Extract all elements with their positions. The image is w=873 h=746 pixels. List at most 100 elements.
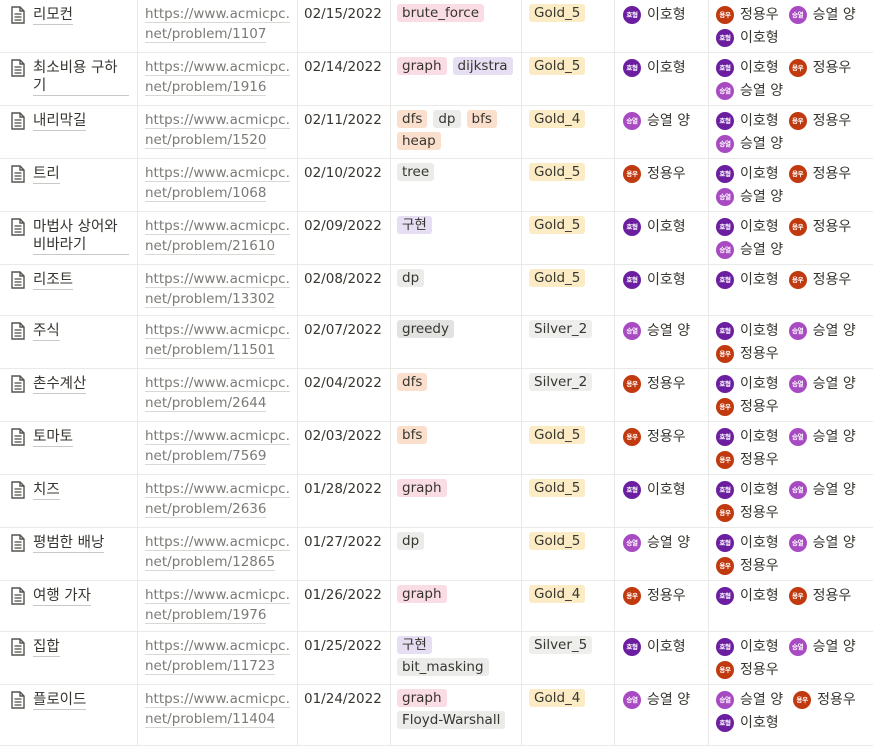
avatar: 호형 — [623, 218, 641, 236]
tags-cell: dfs dp bfs heap — [391, 106, 522, 158]
title-wrap: 내리막길 — [10, 112, 129, 131]
person-name: 승열 양 — [812, 535, 856, 551]
problem-title[interactable]: 최소비용 구하기 — [33, 59, 129, 96]
solved-date: 01/26/2022 — [304, 587, 382, 603]
title-cell[interactable]: 플로이드 — [0, 685, 138, 745]
problem-title[interactable]: 주식 — [33, 322, 60, 341]
tier-badge: Gold_5 — [529, 479, 586, 497]
problem-link[interactable]: https://www.acmicpc.net/problem/11501 — [145, 320, 291, 360]
problem-link-text[interactable]: https://www.acmicpc.net/problem/7569 — [145, 428, 290, 465]
problem-link-text[interactable]: https://www.acmicpc.net/problem/1976 — [145, 587, 290, 624]
person-name: 정용우 — [812, 219, 852, 235]
problem-title[interactable]: 플로이드 — [33, 691, 87, 710]
tags-cell: graph dijkstra — [391, 53, 522, 105]
title-cell[interactable]: 마법사 상어와 비바라기 — [0, 212, 138, 264]
person-tag: 용우 정용우 — [623, 374, 686, 394]
problem-link[interactable]: https://www.acmicpc.net/problem/7569 — [145, 426, 291, 466]
problem-link[interactable]: https://www.acmicpc.net/problem/2636 — [145, 479, 291, 519]
title-cell[interactable]: 촌수계산 — [0, 369, 138, 421]
problem-link-text[interactable]: https://www.acmicpc.net/problem/1107 — [145, 6, 290, 43]
problem-link[interactable]: https://www.acmicpc.net/problem/12865 — [145, 532, 291, 572]
title-cell[interactable]: 리모컨 — [0, 0, 138, 52]
algorithm-tag: graph — [397, 689, 447, 707]
title-cell[interactable]: 주식 — [0, 316, 138, 368]
problem-title[interactable]: 리모컨 — [33, 6, 74, 25]
problem-link[interactable]: https://www.acmicpc.net/problem/13302 — [145, 269, 291, 309]
participant-list: 호형 이호형 승열 승열 양 용우 정용우 — [716, 374, 871, 417]
title-cell[interactable]: 토마토 — [0, 422, 138, 474]
person-name: 이호형 — [647, 60, 686, 76]
person-name: 정용우 — [740, 452, 779, 468]
title-cell[interactable]: 여행 가자 — [0, 581, 138, 631]
avatar: 승열 — [788, 322, 807, 340]
person-tag: 용우 정용우 — [788, 586, 851, 606]
solver-cell: 용우 정용우 — [615, 422, 709, 474]
participants-cell: 호형 이호형 승열 승열 양 용우 정용우 — [709, 316, 873, 368]
table-row: 최소비용 구하기 https://www.acmicpc.net/problem/… — [0, 53, 873, 106]
table-row: 트리 https://www.acmicpc.net/problem/1068 02… — [0, 159, 873, 212]
problem-title[interactable]: 촌수계산 — [33, 375, 87, 394]
person-name: 이호형 — [740, 323, 779, 339]
problem-link-text[interactable]: https://www.acmicpc.net/problem/21610 — [145, 218, 290, 255]
title-cell[interactable]: 리조트 — [0, 265, 138, 315]
tier-cell: Silver_2 — [522, 316, 615, 368]
person-tag: 호형 이호형 — [716, 111, 779, 131]
person-name: 정용우 — [647, 166, 686, 182]
solved-date: 02/15/2022 — [304, 6, 382, 22]
title-cell[interactable]: 최소비용 구하기 — [0, 53, 138, 105]
problem-title[interactable]: 리조트 — [33, 271, 74, 290]
problem-link[interactable]: https://www.acmicpc.net/problem/1916 — [145, 57, 291, 97]
problem-link-text[interactable]: https://www.acmicpc.net/problem/13302 — [145, 271, 290, 308]
avatar: 호형 — [716, 165, 734, 183]
problem-link-text[interactable]: https://www.acmicpc.net/problem/11723 — [145, 638, 290, 675]
person-tag: 호형 이호형 — [623, 637, 686, 657]
table-row: 여행 가자 https://www.acmicpc.net/problem/197… — [0, 581, 873, 632]
problem-title[interactable]: 마법사 상어와 비바라기 — [33, 218, 129, 255]
problem-link[interactable]: https://www.acmicpc.net/problem/1520 — [145, 110, 291, 150]
problem-link-text[interactable]: https://www.acmicpc.net/problem/11404 — [145, 691, 290, 728]
tags-cell: 구현 bit_masking — [391, 632, 522, 684]
title-cell[interactable]: 트리 — [0, 159, 138, 211]
problem-link-text[interactable]: https://www.acmicpc.net/problem/1916 — [145, 59, 290, 96]
person-name: 이호형 — [740, 429, 779, 445]
problem-link[interactable]: https://www.acmicpc.net/problem/1976 — [145, 585, 291, 625]
solved-date: 02/10/2022 — [304, 165, 382, 181]
problem-link-text[interactable]: https://www.acmicpc.net/problem/12865 — [145, 534, 290, 571]
problem-title[interactable]: 평범한 배낭 — [33, 534, 105, 553]
problem-link[interactable]: https://www.acmicpc.net/problem/21610 — [145, 216, 291, 256]
page-icon — [10, 587, 27, 605]
title-cell[interactable]: 평범한 배낭 — [0, 528, 138, 580]
problem-title[interactable]: 여행 가자 — [33, 587, 91, 606]
problem-link[interactable]: https://www.acmicpc.net/problem/1068 — [145, 163, 291, 203]
problem-link[interactable]: https://www.acmicpc.net/problem/11723 — [145, 636, 291, 676]
participants-cell: 호형 이호형 승열 승열 양 용우 정용우 — [709, 369, 873, 421]
title-cell[interactable]: 치즈 — [0, 475, 138, 527]
tag-list: graph Floyd-Warshall — [397, 689, 517, 729]
avatar: 승열 — [788, 375, 807, 393]
avatar: 용우 — [623, 165, 641, 183]
problem-link[interactable]: https://www.acmicpc.net/problem/1107 — [145, 4, 291, 44]
problem-title[interactable]: 토마토 — [33, 428, 74, 447]
problem-title[interactable]: 치즈 — [33, 481, 60, 500]
problem-link-text[interactable]: https://www.acmicpc.net/problem/1068 — [145, 165, 290, 202]
person-name: 정용우 — [812, 166, 852, 182]
problem-title[interactable]: 트리 — [33, 165, 60, 184]
problem-link[interactable]: https://www.acmicpc.net/problem/2644 — [145, 373, 291, 413]
person-tag: 용우 정용우 — [716, 450, 779, 470]
participant-list: 호형 이호형 용우 정용우 승열 승열 양 — [716, 217, 871, 260]
title-cell[interactable]: 내리막길 — [0, 106, 138, 158]
person-tag: 용우 정용우 — [788, 58, 851, 78]
problem-title[interactable]: 내리막길 — [33, 112, 87, 131]
problem-title[interactable]: 집합 — [33, 638, 60, 657]
algorithm-tag: bfs — [466, 110, 497, 128]
problem-link-text[interactable]: https://www.acmicpc.net/problem/1520 — [145, 112, 290, 149]
person-name: 이호형 — [647, 482, 686, 498]
table-row: 마법사 상어와 비바라기 https://www.acmicpc.net/prob… — [0, 212, 873, 265]
person-tag: 승열 승열 양 — [623, 533, 690, 553]
problem-link-text[interactable]: https://www.acmicpc.net/problem/2644 — [145, 375, 290, 412]
title-cell[interactable]: 집합 — [0, 632, 138, 684]
algorithm-tag: bit_masking — [397, 658, 489, 676]
problem-link[interactable]: https://www.acmicpc.net/problem/11404 — [145, 689, 291, 729]
problem-link-text[interactable]: https://www.acmicpc.net/problem/2636 — [145, 481, 290, 518]
problem-link-text[interactable]: https://www.acmicpc.net/problem/11501 — [145, 322, 290, 359]
